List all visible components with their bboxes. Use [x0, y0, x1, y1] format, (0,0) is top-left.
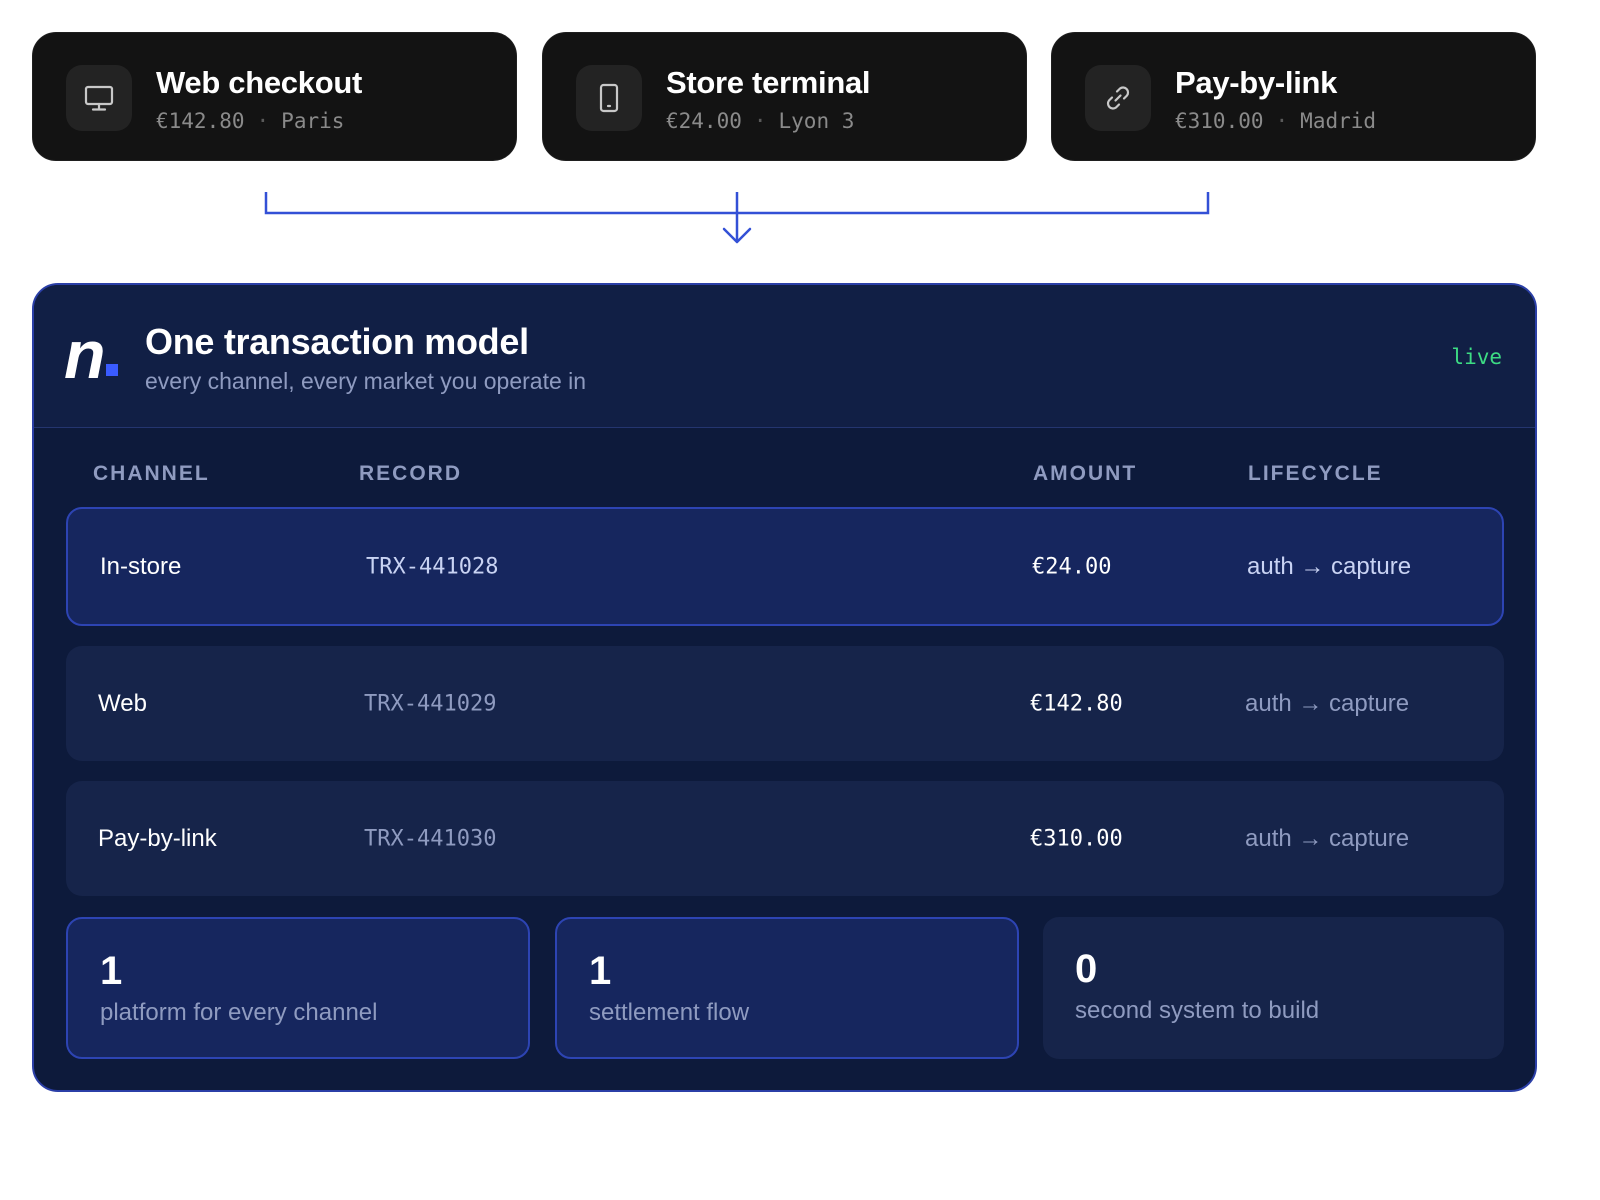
channel-place: Paris: [281, 109, 345, 133]
row-amount: €310.00: [1030, 826, 1123, 851]
transaction-model-panel: n One transaction model every channel, e…: [32, 283, 1537, 1092]
channel-amount: €142.80: [156, 109, 245, 133]
row-record: TRX-441028: [366, 554, 499, 579]
table-row[interactable]: Pay-by-link TRX-441030 €310.00 auth → ca…: [66, 781, 1504, 896]
channel-card-web: Web checkout €142.80 · Paris: [32, 32, 517, 161]
channel-title: Pay-by-link: [1175, 65, 1338, 100]
row-lifecycle: auth → capture: [1247, 552, 1412, 580]
stat-card-second-system: 0 second system to build: [1043, 917, 1504, 1059]
row-amount: €142.80: [1030, 691, 1123, 716]
table-row[interactable]: Web TRX-441029 €142.80 auth → capture: [66, 646, 1504, 761]
row-lifecycle: auth → capture: [1245, 824, 1410, 852]
stat-value: 0: [1075, 947, 1098, 991]
channel-card-link: Pay-by-link €310.00 · Madrid: [1051, 32, 1536, 161]
panel-title: One transaction model: [145, 321, 529, 362]
meta-separator: ·: [1275, 109, 1289, 133]
channel-place: Lyon 3: [778, 109, 855, 133]
channel-meta: €24.00 · Lyon 3: [666, 109, 854, 133]
row-channel: In-store: [100, 552, 182, 580]
stat-label: settlement flow: [589, 999, 750, 1026]
stat-label: second system to build: [1075, 997, 1320, 1024]
meta-separator: ·: [256, 109, 270, 133]
column-header-amount: AMOUNT: [1033, 462, 1138, 485]
channel-meta: €142.80 · Paris: [156, 109, 344, 133]
table-row[interactable]: In-store TRX-441028 €24.00 auth → captur…: [66, 507, 1504, 626]
row-record: TRX-441030: [364, 826, 497, 851]
stat-card-settlement: 1 settlement flow: [555, 917, 1019, 1059]
column-header-record: RECORD: [359, 462, 463, 485]
brand-logo: n: [64, 317, 106, 393]
row-channel: Pay-by-link: [98, 824, 217, 852]
stat-value: 1: [100, 949, 123, 993]
row-lifecycle: auth → capture: [1245, 689, 1410, 717]
stat-label: platform for every channel: [100, 999, 378, 1026]
row-channel: Web: [98, 689, 147, 717]
diagram-root: Web checkout €142.80 · Paris Store termina…: [0, 0, 1600, 1200]
connector-lines: [264, 192, 1210, 244]
channel-title: Web checkout: [156, 65, 362, 100]
tablet-icon: [576, 65, 642, 131]
channel-place: Madrid: [1300, 109, 1377, 133]
meta-separator: ·: [753, 109, 767, 133]
channel-amount: €310.00: [1175, 109, 1264, 133]
brand-logo-dot: [106, 364, 118, 376]
panel-subtitle: every channel, every market you operate …: [145, 368, 587, 394]
panel-header: n One transaction model every channel, e…: [34, 285, 1535, 428]
channel-card-store: Store terminal €24.00 · Lyon 3: [542, 32, 1027, 161]
channel-meta: €310.00 · Madrid: [1175, 109, 1376, 133]
status-badge: live: [1451, 345, 1502, 369]
column-header-channel: CHANNEL: [93, 462, 210, 485]
row-record: TRX-441029: [364, 691, 497, 716]
channel-title: Store terminal: [666, 65, 871, 100]
column-header-lifecycle: LIFECYCLE: [1248, 462, 1383, 485]
monitor-icon: [66, 65, 132, 131]
row-amount: €24.00: [1032, 554, 1112, 579]
stat-card-platform: 1 platform for every channel: [66, 917, 530, 1059]
channel-amount: €24.00: [666, 109, 742, 133]
stat-value: 1: [589, 949, 612, 993]
link-icon: [1085, 65, 1151, 131]
